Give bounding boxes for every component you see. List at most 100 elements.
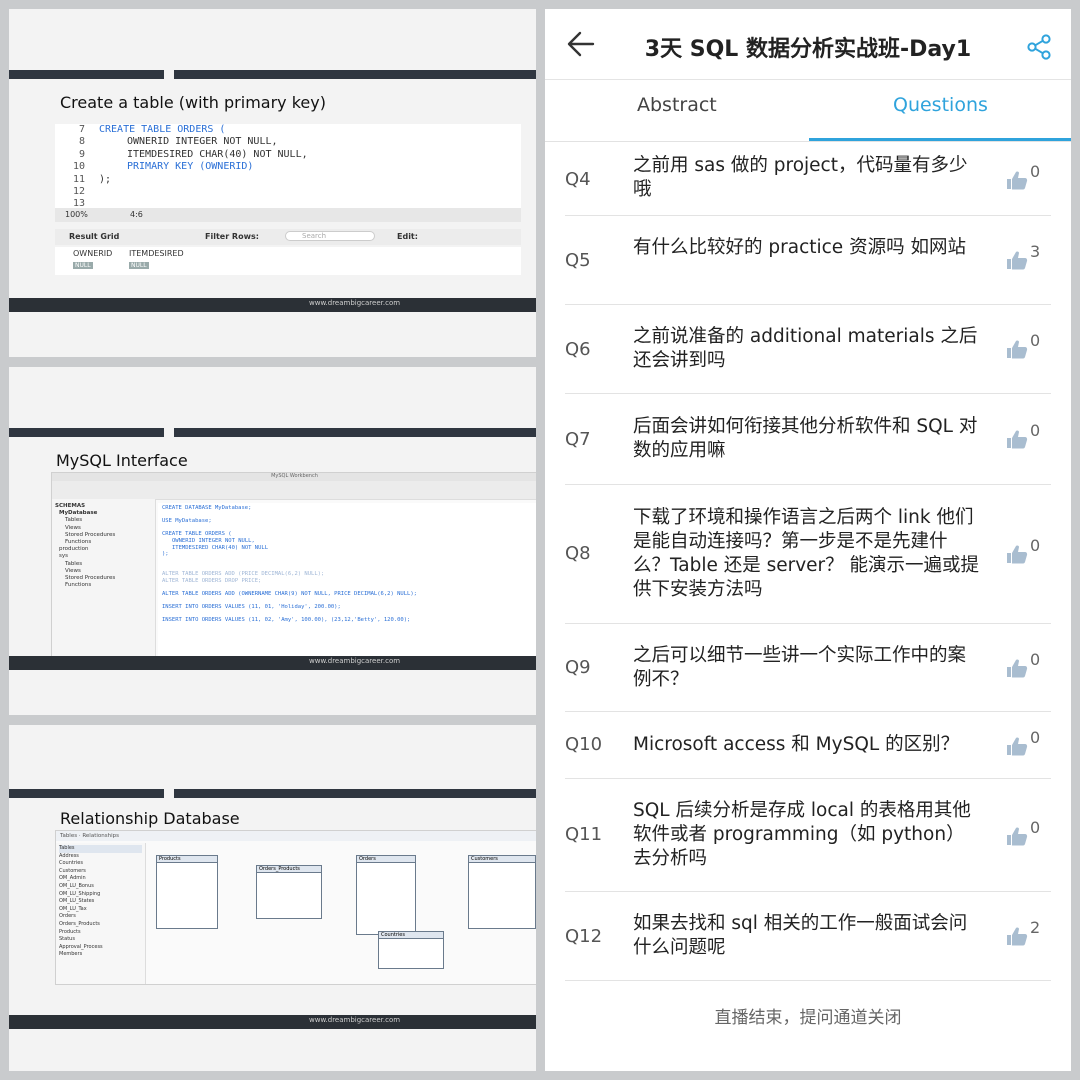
thumbs-up-icon[interactable]	[1006, 926, 1028, 946]
slide-footer: www.dreambigcareer.com	[9, 656, 536, 670]
like-count: 0	[1030, 650, 1041, 669]
like-count: 3	[1030, 242, 1041, 261]
question-number: Q5	[565, 250, 591, 271]
schema-tree: SCHEMAS MyDatabase Tables Views Stored P…	[52, 499, 156, 658]
slide-create-table: Create a table (with primary key) 7 CREAT…	[9, 9, 536, 357]
table-cell: NULL	[73, 262, 93, 269]
question-item[interactable]: Q4 之前用 sas 做的 project，代码量有多少哦 0	[565, 142, 1051, 216]
slide-footer: www.dreambigcareer.com	[9, 1015, 536, 1029]
question-item[interactable]: Q8 下载了环境和操作语言之后两个 link 他们是能自动连接吗？第一步是不是先…	[565, 485, 1051, 624]
thumbs-up-icon[interactable]	[1006, 170, 1028, 190]
question-number: Q10	[565, 734, 603, 755]
question-item[interactable]: Q6 之前说准备的 additional materials 之后还会讲到吗 0	[565, 305, 1051, 394]
slide-header-bar	[174, 428, 536, 437]
result-grid: OWNERID ITEMDESIRED NULL NULL	[55, 247, 521, 275]
breadcrumb: Tables · Relationships	[56, 831, 536, 841]
sql-editor: 7 CREATE TABLE ORDERS ( 8 OWNERID INTEGER …	[55, 124, 521, 216]
thumbs-up-icon[interactable]	[1006, 544, 1028, 564]
zoom-level[interactable]: 100%	[65, 210, 88, 219]
entity-customers: Customers	[468, 855, 536, 929]
thumbs-up-icon[interactable]	[1006, 826, 1028, 846]
column-header: ITEMDESIRED	[129, 249, 184, 258]
question-number: Q7	[565, 429, 591, 450]
code-line: 10 PRIMARY KEY (OWNERID)	[72, 161, 254, 173]
question-item[interactable]: Q5 有什么比较好的 practice 资源吗 如网站 3	[565, 216, 1051, 305]
slide-header-bar	[9, 70, 164, 79]
slide-title: MySQL Interface	[56, 451, 188, 470]
like-count: 0	[1030, 818, 1041, 837]
code-line: 8 OWNERID INTEGER NOT NULL,	[78, 136, 278, 148]
cursor-position: 4:6	[130, 210, 143, 219]
result-grid-toolbar: Result Grid Filter Rows: Search Edit:	[55, 229, 521, 245]
slide-mysql-interface: MySQL Interface MySQL Workbench SCHEMAS …	[9, 367, 536, 715]
question-number: Q12	[565, 926, 603, 947]
question-item[interactable]: Q12 如果去找和 sql 相关的工作一般面试会问什么问题呢 2	[565, 892, 1051, 981]
like-count: 0	[1030, 728, 1041, 747]
question-item[interactable]: Q11 SQL 后续分析是存成 local 的表格用其他软件或者 program…	[565, 779, 1051, 892]
tab-abstract[interactable]: Abstract	[637, 94, 717, 116]
question-number: Q8	[565, 543, 591, 564]
thumbs-up-icon[interactable]	[1006, 339, 1028, 359]
like-count: 0	[1030, 421, 1041, 440]
question-item[interactable]: Q9 之后可以细节一些讲一个实际工作中的案例不？ 0	[565, 624, 1051, 712]
qa-app: 3天 SQL 数据分析实战班-Day1 Abstract Questions Q…	[545, 9, 1071, 1071]
page-title: 3天 SQL 数据分析实战班-Day1	[644, 37, 972, 62]
like-count: 0	[1030, 331, 1041, 350]
question-number: Q11	[565, 824, 603, 845]
share-icon[interactable]	[1025, 33, 1053, 61]
entity-countries: Countries	[378, 931, 444, 969]
question-number: Q6	[565, 339, 591, 360]
tab-bar: Abstract Questions	[545, 79, 1071, 142]
question-text: 之前用 sas 做的 project，代码量有多少哦	[633, 155, 968, 200]
code-line: 11);	[72, 173, 112, 185]
code-line: 7 CREATE TABLE ORDERS (	[78, 124, 226, 135]
slide-title: Create a table (with primary key)	[60, 93, 326, 112]
entity-orders: Orders	[356, 855, 416, 935]
question-text: 之后可以细节一些讲一个实际工作中的案例不？	[633, 645, 967, 690]
window-title: MySQL Workbench	[52, 473, 536, 481]
table-cell: NULL	[129, 262, 149, 269]
relationships-screenshot: Tables · Relationships Tables Address Cou…	[55, 830, 536, 985]
column-header: OWNERID	[73, 249, 113, 258]
slide-header-bar	[174, 70, 536, 79]
thumbs-up-icon[interactable]	[1006, 736, 1028, 756]
like-count: 2	[1030, 918, 1041, 937]
question-text: 如果去找和 sql 相关的工作一般面试会问什么问题呢	[633, 913, 968, 958]
question-item[interactable]: Q7 后面会讲如何衔接其他分析软件和 SQL 对数的应用嘛 0	[565, 394, 1051, 485]
question-text: 有什么比较好的 practice 资源吗 如网站	[633, 237, 966, 258]
workbench-toolbar	[52, 481, 536, 500]
question-text: SQL 后续分析是存成 local 的表格用其他软件或者 programming…	[633, 800, 971, 869]
result-grid-label[interactable]: Result Grid	[69, 232, 119, 241]
slide-header-bar	[174, 789, 536, 798]
slide-header-bar	[9, 789, 164, 798]
code-line: 9 ITEMDESIRED CHAR(40) NOT NULL,	[78, 148, 308, 160]
entity-products: Products	[156, 855, 218, 929]
question-text: 后面会讲如何衔接其他分析软件和 SQL 对数的应用嘛	[633, 416, 978, 461]
like-count: 0	[1030, 536, 1041, 555]
thumbs-up-icon[interactable]	[1006, 429, 1028, 449]
question-text: 下载了环境和操作语言之后两个 link 他们是能自动连接吗？第一步是不是先建什么…	[633, 507, 980, 600]
slide-footer: www.dreambigcareer.com	[9, 298, 536, 312]
edit-label: Edit:	[397, 232, 418, 241]
like-count: 0	[1030, 162, 1041, 181]
editor-status-bar: 100% 4:6	[55, 208, 521, 222]
slide-title: Relationship Database	[60, 809, 240, 828]
slide-relationship-database: Relationship Database Tables · Relations…	[9, 725, 536, 1071]
workbench-screenshot: MySQL Workbench SCHEMAS MyDatabase Table…	[51, 472, 536, 659]
question-text: Microsoft access 和 MySQL 的区别？	[633, 734, 960, 755]
question-number: Q9	[565, 657, 591, 678]
question-text: 之前说准备的 additional materials 之后还会讲到吗	[633, 326, 978, 371]
questions-closed-notice: 直播结束，提问通道关闭	[714, 1008, 902, 1028]
thumbs-up-icon[interactable]	[1006, 250, 1028, 270]
tab-questions[interactable]: Questions	[893, 94, 988, 116]
filter-rows-label: Filter Rows:	[205, 232, 259, 241]
entity-orders-products: Orders_Products	[256, 865, 322, 919]
sql-editor[interactable]: CREATE DATABASE MyDatabase; USE MyDataba…	[158, 503, 536, 658]
question-number: Q4	[565, 169, 591, 190]
filter-search-input[interactable]: Search	[285, 231, 375, 241]
tables-list: Tables Address Countries Customers OM_Admi…	[56, 843, 146, 984]
thumbs-up-icon[interactable]	[1006, 658, 1028, 678]
question-item[interactable]: Q10 Microsoft access 和 MySQL 的区别？ 0	[565, 712, 1051, 779]
slide-header-bar	[9, 428, 164, 437]
code-line: 12	[72, 186, 85, 198]
